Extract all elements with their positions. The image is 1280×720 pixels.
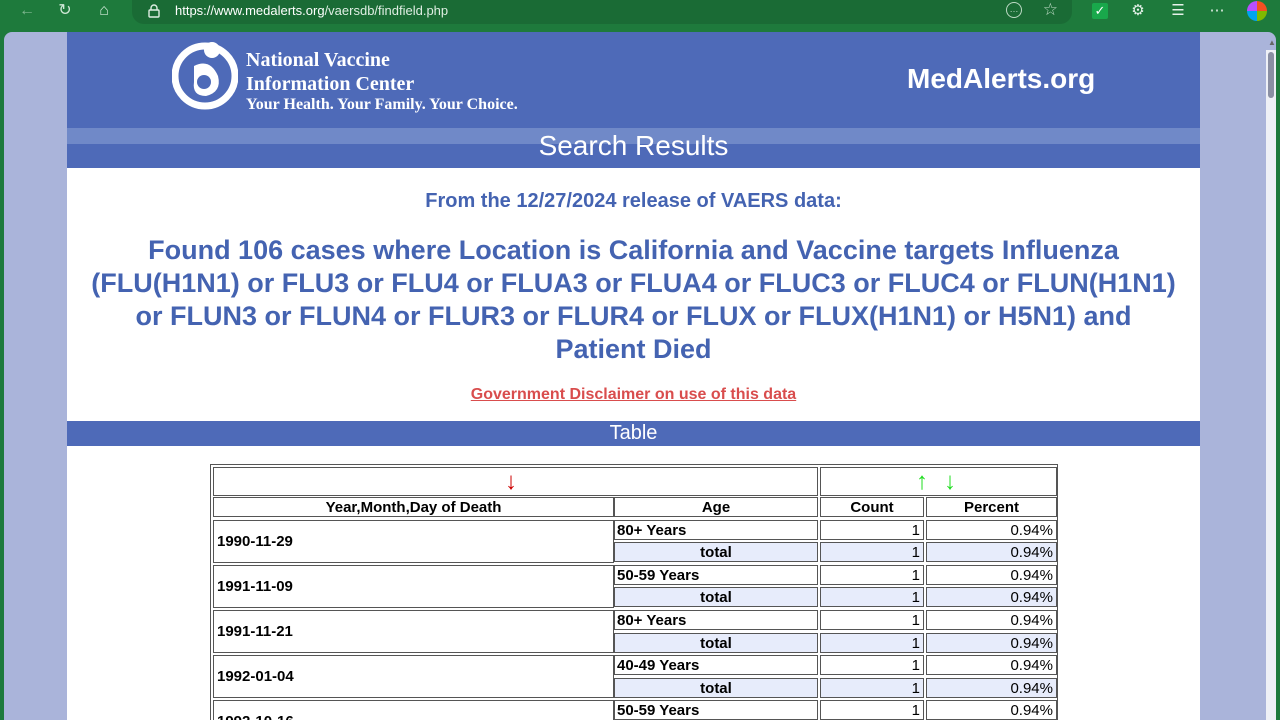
table-row-date: 1991-11-09 (213, 564, 614, 608)
sort-down-icon[interactable]: ↓ (944, 470, 956, 494)
table-row-age: 80+ Years (614, 519, 818, 540)
disclaimer-link[interactable]: Government Disclaimer on use of this dat… (471, 386, 796, 403)
table-row-total-label: total (614, 632, 818, 653)
table-row-count: 1 (820, 610, 924, 630)
results-table: ↓ ↑ ↓ Year,Month,Day of Death Age Count Percen… (210, 464, 1058, 720)
sort-header-right: ↑ ↓ (820, 467, 1057, 496)
extensions-puzzle-icon[interactable]: ⚙ (1128, 2, 1148, 22)
table-section-bar: Table (67, 421, 1200, 446)
url-text[interactable]: https://www.medalerts.org/vaersdb/findfi… (175, 3, 448, 18)
table-row-percent: 0.94% (926, 519, 1057, 540)
table-section-title: Table (609, 422, 658, 444)
table-row-percent: 0.94% (926, 610, 1057, 630)
table-row-total-label: total (614, 677, 818, 698)
table-row-total-label: total (614, 542, 818, 563)
search-summary: Found 106 cases where Location is Califo… (91, 235, 1176, 364)
table-row-count: 1 (820, 564, 924, 585)
org-name-line1: National Vaccine (246, 49, 390, 71)
nvic-logo-icon[interactable] (172, 36, 238, 112)
table-row-date: 1990-11-29 (213, 519, 614, 563)
table-row-total-percent: 0.94% (926, 632, 1057, 653)
title-strip: Search Results (67, 128, 1200, 168)
favorites-icon[interactable]: ☰ (1168, 2, 1188, 22)
lock-icon (148, 4, 160, 18)
table-row-percent: 0.94% (926, 700, 1057, 720)
scroll-up-icon[interactable]: ▲ (1268, 38, 1276, 48)
sort-up-icon[interactable]: ↑ (916, 470, 928, 494)
page-title: Search Results (538, 130, 729, 161)
column-header-age[interactable]: Age (614, 497, 818, 517)
copilot-icon[interactable] (1247, 1, 1267, 21)
browser-toolbar: ← ↻ ⌂ https://www.medalerts.org/vaersdb/… (0, 0, 1280, 32)
table-row-date: 1992-01-04 (213, 655, 614, 699)
tagline: Your Health. Your Family. Your Choice. (246, 96, 518, 113)
table-row-age: 40-49 Years (614, 655, 818, 676)
table-row-date: 1992-10-16 (213, 700, 614, 720)
table-row-age: 50-59 Years (614, 700, 818, 720)
disclaimer: Government Disclaimer on use of this dat… (67, 386, 1200, 404)
page-body: National Vaccine Information Center Your… (67, 32, 1200, 720)
table-row-age: 50-59 Years (614, 564, 818, 585)
table-row-count: 1 (820, 519, 924, 540)
extension-check-icon[interactable]: ✓ (1092, 3, 1108, 19)
table-row-total-count: 1 (820, 677, 924, 698)
web-content: National Vaccine Information Center Your… (4, 32, 1276, 720)
table-row-total-count: 1 (820, 587, 924, 608)
refresh-icon[interactable]: ↻ (54, 0, 76, 22)
org-name-line2: Information Center (246, 73, 415, 95)
table-row-percent: 0.94% (926, 564, 1057, 585)
table-row-age: 80+ Years (614, 610, 818, 630)
table-row-percent: 0.94% (926, 655, 1057, 676)
column-header-percent[interactable]: Percent (926, 497, 1057, 517)
site-banner: National Vaccine Information Center Your… (67, 32, 1200, 128)
home-icon[interactable]: ⌂ (93, 0, 115, 22)
release-text: From the 12/27/2024 release of VAERS dat… (425, 190, 842, 212)
org-name: National Vaccine Information Center (246, 48, 414, 96)
sort-down-active-icon[interactable]: ↓ (505, 470, 517, 494)
column-header-date[interactable]: Year,Month,Day of Death (213, 497, 614, 517)
table-row-count: 1 (820, 655, 924, 676)
table-row-total-label: total (614, 587, 818, 608)
table-row-total-count: 1 (820, 542, 924, 563)
column-header-count[interactable]: Count (820, 497, 924, 517)
more-menu-icon[interactable]: ⋯ (1207, 2, 1227, 22)
table-row-date: 1991-11-21 (213, 610, 614, 654)
favorite-star-icon[interactable]: ☆ (1043, 0, 1058, 20)
sort-header-left: ↓ (213, 467, 818, 496)
arrow-left-icon[interactable]: ← (16, 0, 38, 22)
table-row-count: 1 (820, 700, 924, 720)
table-row-total-percent: 0.94% (926, 587, 1057, 608)
scrollbar[interactable]: ▲ (1266, 38, 1276, 720)
scrollbar-thumb[interactable] (1268, 52, 1274, 98)
page-options-icon[interactable]: … (1006, 2, 1022, 18)
address-bar[interactable]: https://www.medalerts.org/vaersdb/findfi… (132, 0, 1072, 24)
table-row-total-percent: 0.94% (926, 542, 1057, 563)
site-name[interactable]: MedAlerts.org (907, 63, 1095, 95)
table-row-total-count: 1 (820, 632, 924, 653)
table-row-total-percent: 0.94% (926, 677, 1057, 698)
